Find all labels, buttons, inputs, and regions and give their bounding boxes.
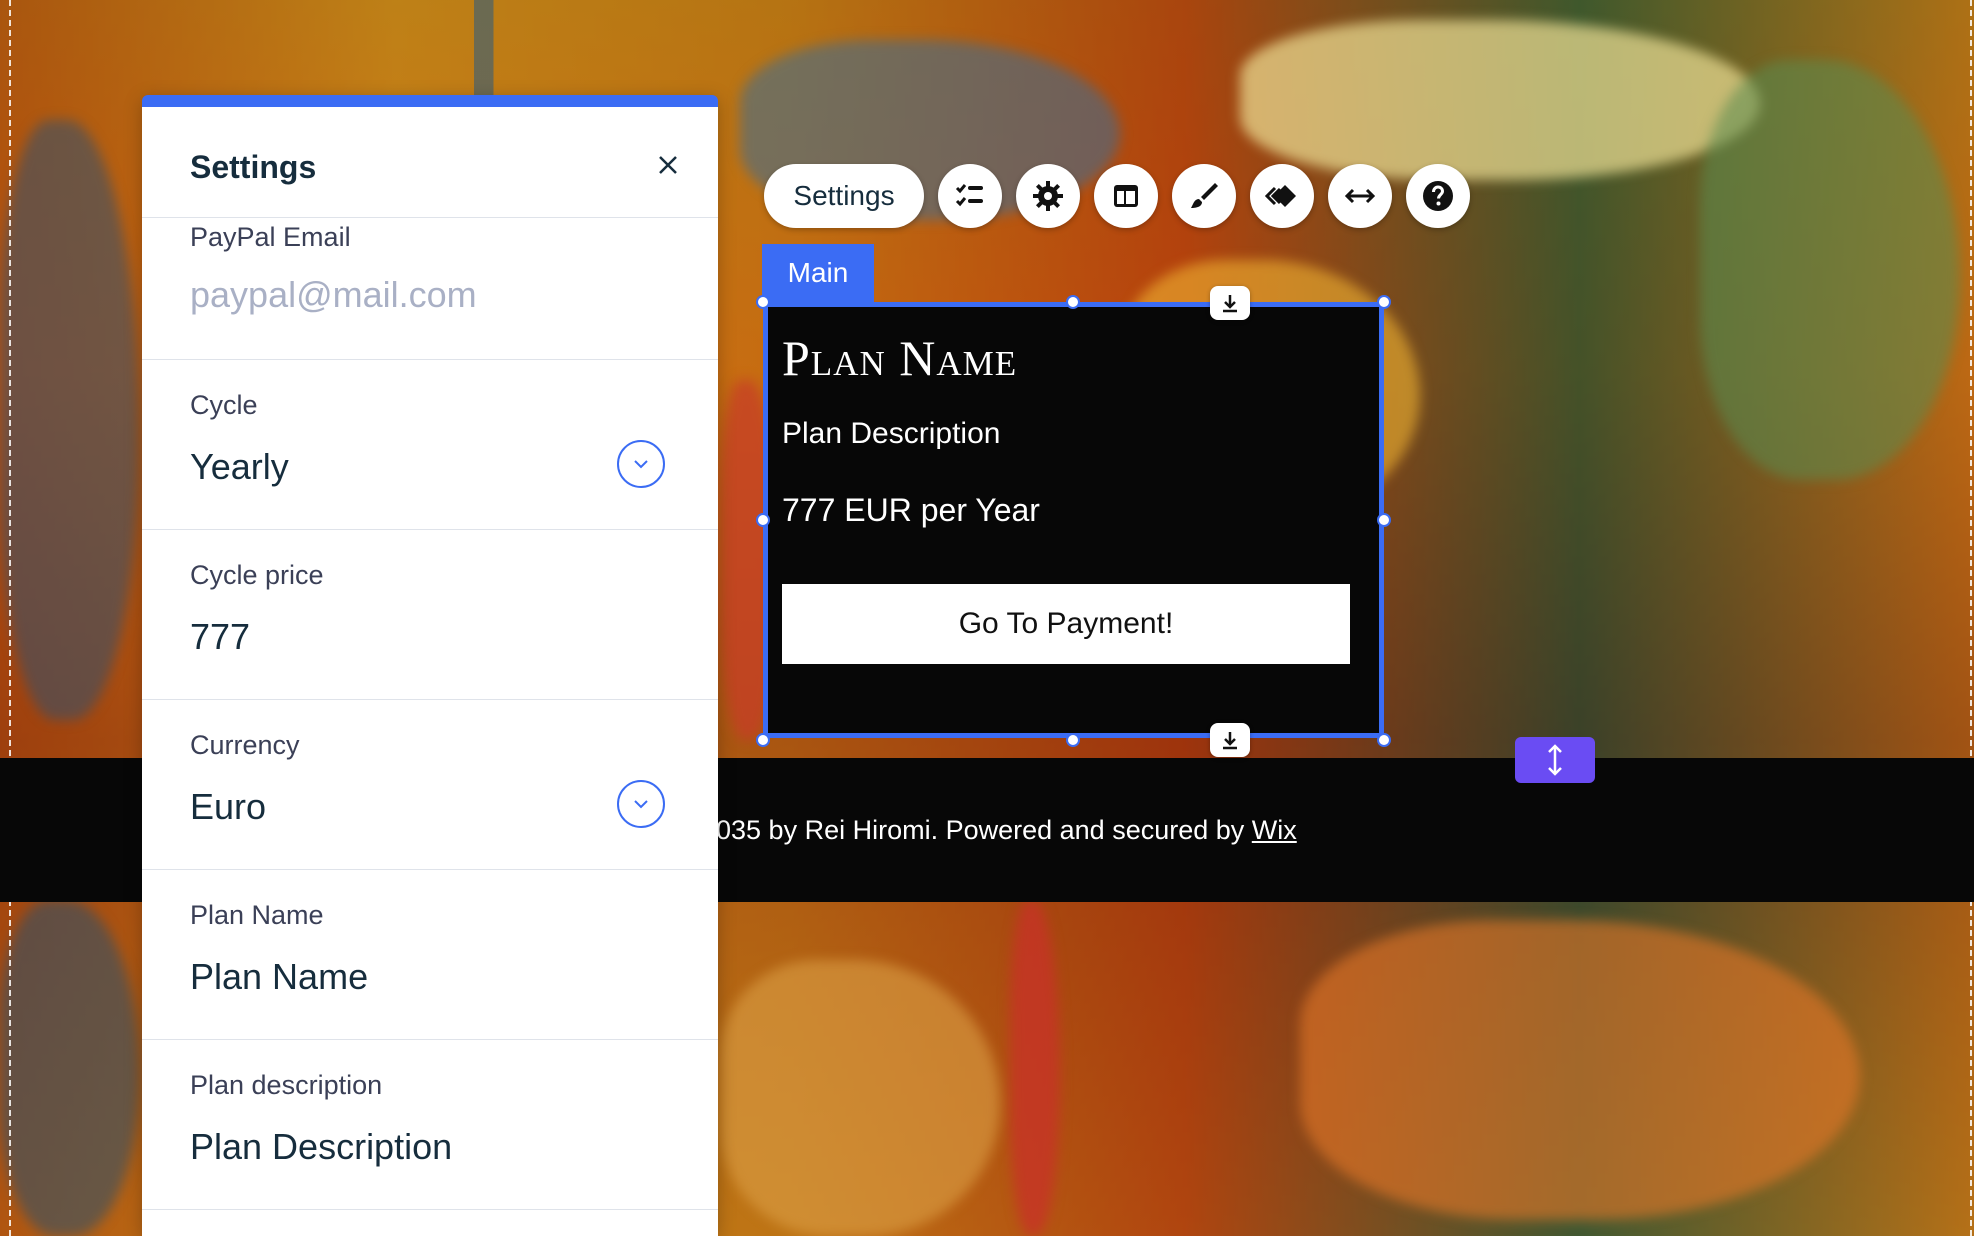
pricing-plan-widget[interactable]: Plan Name Plan Description 777 EUR per Y… bbox=[763, 302, 1384, 738]
settings-panel-title: Settings bbox=[190, 149, 317, 185]
resize-handle-bottom[interactable] bbox=[1066, 733, 1080, 747]
resize-handle-top[interactable] bbox=[1066, 295, 1080, 309]
settings-panel: Settings PayPal Email paypal@mail.com Cy… bbox=[142, 95, 718, 1236]
close-icon[interactable] bbox=[650, 147, 686, 183]
layout-icon[interactable] bbox=[1094, 164, 1158, 228]
cycle-label: Cycle bbox=[190, 390, 258, 420]
anchor-bottom-icon[interactable] bbox=[1210, 723, 1250, 757]
resize-handle-right[interactable] bbox=[1377, 513, 1391, 527]
chevron-down-icon[interactable] bbox=[617, 440, 665, 488]
paypal-email-input[interactable]: paypal@mail.com bbox=[190, 274, 477, 316]
cycle-price-input[interactable]: 777 bbox=[190, 616, 250, 658]
section-tag-main[interactable]: Main bbox=[762, 244, 874, 302]
plan-name-input[interactable]: Plan Name bbox=[190, 956, 368, 998]
footer-text: 035 by Rei Hiromi. Powered and secured b… bbox=[716, 815, 1297, 846]
wix-link[interactable]: Wix bbox=[1252, 815, 1297, 845]
settings-panel-header: Settings bbox=[142, 107, 718, 218]
plan-price-text: 777 EUR per Year bbox=[782, 492, 1040, 528]
help-icon[interactable] bbox=[1406, 164, 1470, 228]
cycle-select-value[interactable]: Yearly bbox=[190, 446, 289, 488]
stretch-icon[interactable] bbox=[1328, 164, 1392, 228]
toolbar-settings-button[interactable]: Settings bbox=[764, 164, 924, 228]
plan-description-text: Plan Description bbox=[782, 417, 1001, 450]
footer-copyright: 035 by Rei Hiromi. Powered and secured b… bbox=[716, 815, 1252, 845]
checklist-icon[interactable] bbox=[938, 164, 1002, 228]
brush-icon[interactable] bbox=[1172, 164, 1236, 228]
page-guide-right bbox=[1970, 0, 1972, 1236]
chevron-down-icon[interactable] bbox=[617, 780, 665, 828]
currency-select-value[interactable]: Euro bbox=[190, 786, 266, 828]
currency-field[interactable]: Currency Euro bbox=[142, 700, 718, 870]
cycle-price-label: Cycle price bbox=[190, 560, 324, 590]
resize-handle-bottom-left[interactable] bbox=[756, 733, 770, 747]
resize-handle-left[interactable] bbox=[756, 513, 770, 527]
currency-label: Currency bbox=[190, 730, 300, 760]
anchor-top-icon[interactable] bbox=[1210, 286, 1250, 320]
go-to-payment-button[interactable]: Go To Payment! bbox=[782, 584, 1350, 664]
section-resize-handle[interactable] bbox=[1515, 737, 1595, 783]
plan-description-input[interactable]: Plan Description bbox=[190, 1126, 452, 1168]
resize-handle-bottom-right[interactable] bbox=[1377, 733, 1391, 747]
vertical-arrows-icon bbox=[1548, 744, 1562, 776]
animation-icon[interactable] bbox=[1250, 164, 1314, 228]
plan-description-label: Plan description bbox=[190, 1070, 383, 1100]
cycle-field[interactable]: Cycle Yearly bbox=[142, 360, 718, 530]
paypal-email-label: PayPal Email bbox=[190, 222, 351, 252]
resize-handle-top-right[interactable] bbox=[1377, 295, 1391, 309]
plan-name-field[interactable]: Plan Name Plan Name bbox=[142, 870, 718, 1040]
cycle-price-field[interactable]: Cycle price 777 bbox=[142, 530, 718, 700]
resize-handle-top-left[interactable] bbox=[756, 295, 770, 309]
paypal-email-field[interactable]: PayPal Email paypal@mail.com bbox=[142, 218, 718, 360]
gear-icon[interactable] bbox=[1016, 164, 1080, 228]
plan-name-label: Plan Name bbox=[190, 900, 324, 930]
page-guide-left bbox=[9, 0, 11, 1236]
plan-description-field[interactable]: Plan description Plan Description bbox=[142, 1040, 718, 1210]
plan-name-text: Plan Name bbox=[782, 330, 1018, 386]
